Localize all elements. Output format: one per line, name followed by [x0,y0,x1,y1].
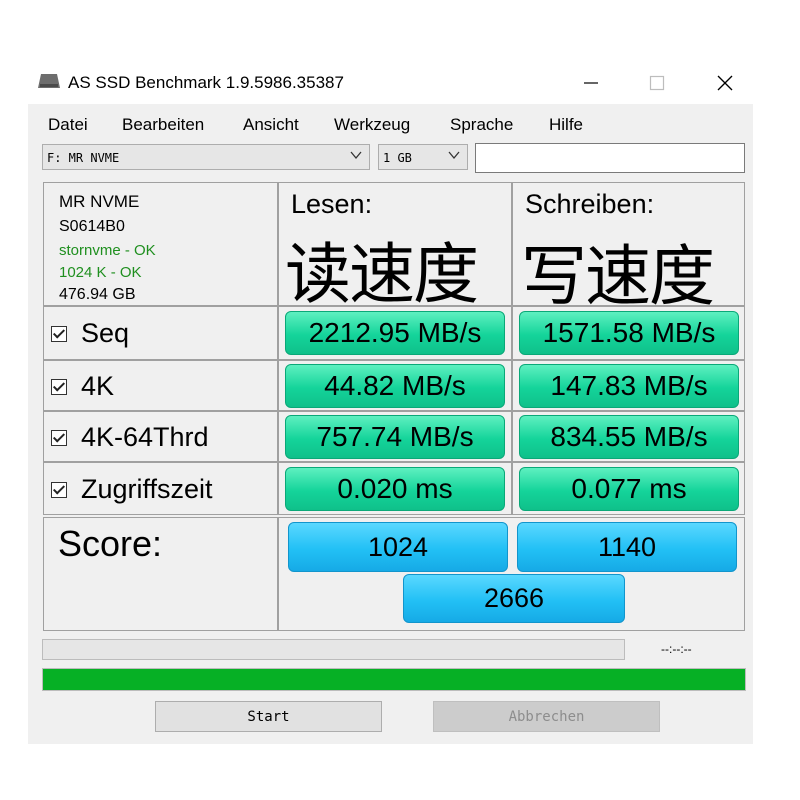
row-label-text: 4K [81,371,115,401]
menu-bearbeiten[interactable]: Bearbeiten [122,115,204,135]
menu-sprache[interactable]: Sprache [450,115,513,135]
result-cell: 2212.95 MB/s [278,306,512,360]
result-cell: 0.077 ms [512,462,745,515]
4k-write-result: 147.83 MB/s [519,364,739,408]
test-progress-bar [42,639,625,660]
result-cell: 147.83 MB/s [512,360,745,411]
row-label-text: 4K-64Thrd [81,422,209,452]
row-label[interactable]: 4K [51,371,114,402]
row-label-text: Zugriffszeit [81,474,213,504]
4k64-write-result: 834.55 MB/s [519,415,739,459]
info-textbox[interactable] [475,143,745,173]
row-label-cell: Zugriffszeit [43,462,278,515]
total-progress-bar [42,668,746,691]
app-window: AS SSD Benchmark 1.9.5986.35387 Datei Be… [28,62,753,744]
menu-datei[interactable]: Datei [48,115,88,135]
write-overlay-text: 写速度 [521,238,715,315]
read-header: Lesen: 读速度 [278,182,512,313]
menu-bar: Datei Bearbeiten Ansicht Werkzeug Sprach… [28,110,753,136]
write-header: Schreiben: 写速度 [512,182,745,315]
read-label: Lesen: [291,189,373,219]
drive-select[interactable]: F: MR NVME [42,144,370,170]
driver-status: stornvme - OK [59,242,156,259]
seq-write-result: 1571.58 MB/s [519,311,739,355]
drive-name: MR NVME [59,192,140,211]
maximize-button[interactable] [634,66,680,100]
result-cell: 0.020 ms [278,462,512,515]
close-icon [717,75,733,91]
score-write: 1140 [517,522,737,572]
score-total: 2666 [403,574,625,623]
row-label-cell: Seq [43,306,278,360]
start-button[interactable]: Start [155,701,382,732]
drive-select-value: F: MR NVME [47,151,120,165]
title-bar[interactable]: AS SSD Benchmark 1.9.5986.35387 [28,62,753,104]
minimize-button[interactable] [568,66,614,100]
4k64-read-result: 757.74 MB/s [285,415,505,459]
checkbox[interactable] [51,429,67,446]
abort-button[interactable]: Abbrechen [433,701,660,732]
read-overlay-text: 读速度 [285,236,479,313]
result-cell: 1571.58 MB/s [512,306,745,360]
drive-info-panel: MR NVME S0614B0 stornvme - OK 1024 K - O… [43,182,278,306]
access-read-result: 0.020 ms [285,467,505,511]
drive-firmware: S0614B0 [59,218,125,235]
row-label-text: Seq [81,318,130,348]
write-label: Schreiben: [525,189,655,219]
total-progress-fill [43,669,745,690]
access-write-result: 0.077 ms [519,467,739,511]
result-cell: 834.55 MB/s [512,411,745,462]
chevron-down-icon [350,151,362,160]
chevron-down-icon [448,151,460,160]
score-read: 1024 [288,522,508,572]
minimize-icon [584,82,598,84]
menu-hilfe[interactable]: Hilfe [549,115,583,135]
checkbox[interactable] [51,481,67,498]
result-cell: 757.74 MB/s [278,411,512,462]
drive-icon [38,74,60,88]
row-label[interactable]: Seq [51,318,129,349]
row-label-cell: 4K-64Thrd [43,411,278,462]
checkbox[interactable] [51,378,67,395]
menu-werkzeug[interactable]: Werkzeug [334,115,410,135]
maximize-icon [649,75,665,91]
drive-capacity: 476.94 GB [59,286,136,303]
row-label-cell: 4K [43,360,278,411]
elapsed-timer: --:--:-- [661,642,692,656]
size-select-value: 1 GB [383,151,412,165]
4k-read-result: 44.82 MB/s [285,364,505,408]
checkbox[interactable] [51,325,67,342]
row-label[interactable]: Zugriffszeit [51,474,213,505]
window-title: AS SSD Benchmark 1.9.5986.35387 [68,73,344,92]
score-label: Score: [58,523,163,564]
row-label[interactable]: 4K-64Thrd [51,422,209,453]
result-cell: 44.82 MB/s [278,360,512,411]
seq-read-result: 2212.95 MB/s [285,311,505,355]
close-button[interactable] [702,66,748,100]
size-select[interactable]: 1 GB [378,144,468,170]
menu-ansicht[interactable]: Ansicht [243,115,299,135]
alignment-status: 1024 K - OK [59,264,142,281]
